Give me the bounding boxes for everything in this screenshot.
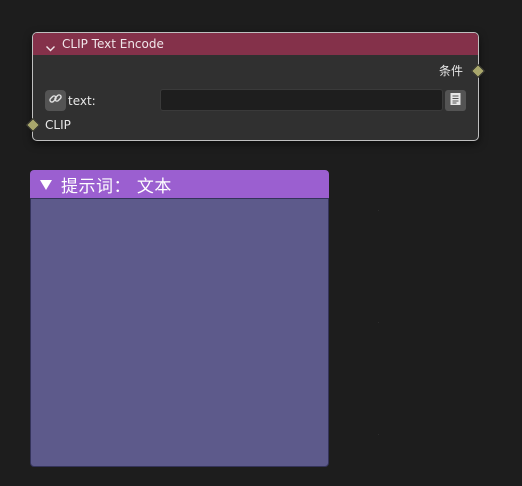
- link-button[interactable]: [45, 90, 66, 111]
- text-document-icon: [449, 91, 462, 110]
- chevron-down-icon[interactable]: [45, 39, 56, 51]
- clip-input-label: CLIP: [45, 118, 71, 132]
- frame-title: 提示词： 文本: [61, 176, 172, 197]
- grid-dot: [378, 434, 379, 435]
- text-field-label: text:: [68, 94, 96, 108]
- clip-input-socket[interactable]: [25, 117, 41, 133]
- frame-body[interactable]: [30, 198, 329, 467]
- link-icon: [48, 91, 63, 110]
- node-title: CLIP Text Encode: [62, 37, 164, 51]
- grid-dot: [378, 210, 379, 211]
- node-header[interactable]: CLIP Text Encode: [33, 33, 478, 55]
- grid-dot: [378, 322, 379, 323]
- clip-text-encode-node[interactable]: CLIP Text Encode 条件 text: CLIP: [25, 32, 486, 141]
- conditioning-output-socket[interactable]: [470, 63, 486, 79]
- text-input[interactable]: [160, 89, 443, 111]
- triangle-down-icon[interactable]: [39, 177, 53, 191]
- prompt-text-frame[interactable]: 提示词： 文本: [30, 170, 329, 467]
- frame-header[interactable]: 提示词： 文本: [30, 170, 329, 198]
- conditioning-output-label: 条件: [438, 64, 463, 78]
- text-editor-button[interactable]: [445, 90, 466, 111]
